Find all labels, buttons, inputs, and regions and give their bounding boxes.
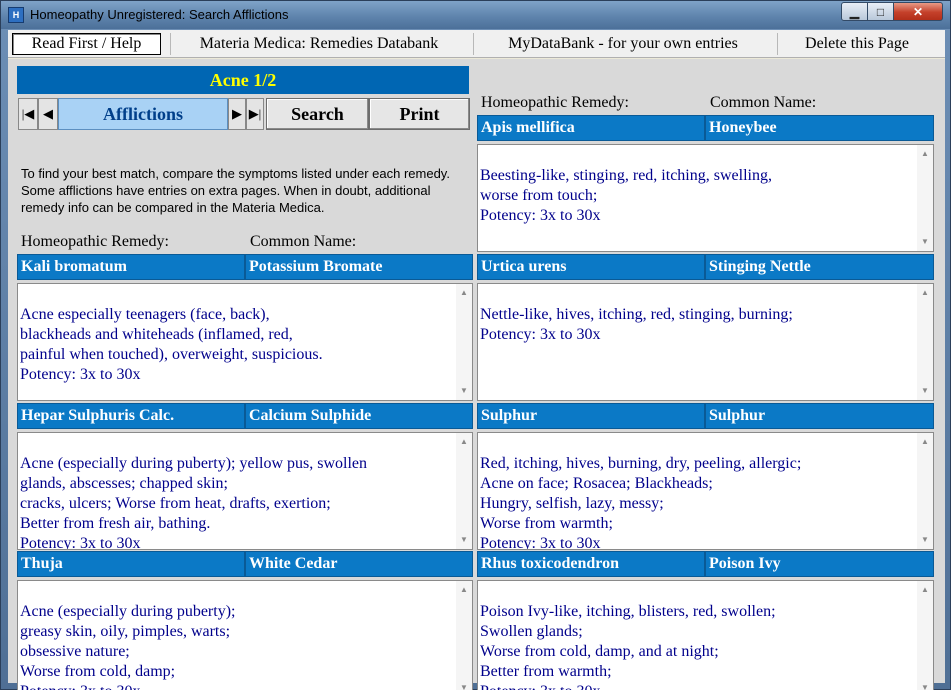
last-icon: ▶| <box>248 106 262 121</box>
remedy-description[interactable]: Acne (especially during puberty); yellow… <box>17 432 473 550</box>
search-button[interactable]: Search <box>266 98 369 130</box>
description-text: Nettle-like, hives, itching, red, stingi… <box>480 306 793 343</box>
scroll-down-icon[interactable]: ▼ <box>917 235 933 249</box>
first-icon: |◀ <box>21 106 35 121</box>
remedy-description[interactable]: Nettle-like, hives, itching, red, stingi… <box>477 283 934 401</box>
common-name: Poison Ivy <box>705 551 934 577</box>
scroll-up-icon[interactable]: ▲ <box>917 286 933 300</box>
client-area: Read First / Help Materia Medica: Remedi… <box>8 30 945 690</box>
menu-mydatabank[interactable]: MyDataBank - for your own entries <box>478 33 768 55</box>
scrollbar[interactable]: ▲ ▼ <box>917 284 933 400</box>
scroll-up-icon[interactable]: ▲ <box>917 583 933 597</box>
common-name: Stinging Nettle <box>705 254 934 280</box>
title-bar[interactable]: H Homeopathy Unregistered: Search Afflic… <box>1 1 950 29</box>
menu-separator <box>473 33 474 55</box>
description-text: Acne (especially during puberty); yellow… <box>20 455 368 550</box>
remedy-name: Urtica urens <box>477 254 705 280</box>
scroll-up-icon[interactable]: ▲ <box>917 147 933 161</box>
scrollbar[interactable]: ▲ ▼ <box>917 433 933 549</box>
app-icon[interactable]: H <box>8 7 24 23</box>
remedy-description[interactable]: Red, itching, hives, burning, dry, peeli… <box>477 432 934 550</box>
menu-read-first-help[interactable]: Read First / Help <box>12 33 161 55</box>
navigation-row: |◀ ◀ Afflictions ▶ ▶| Search Print <box>18 98 470 130</box>
remedy-name: Apis mellifica <box>477 115 705 141</box>
description-text: Acne (especially during puberty); greasy… <box>20 603 236 690</box>
next-icon: ▶ <box>232 106 242 121</box>
common-name: Potassium Bromate <box>245 254 473 280</box>
remedy-column-label-right: Homeopathic Remedy: <box>481 94 629 111</box>
maximize-icon: □ <box>876 4 885 19</box>
common-column-label-left: Common Name: <box>250 233 357 250</box>
common-name: Sulphur <box>705 403 934 429</box>
description-text: Poison Ivy-like, itching, blisters, red,… <box>480 603 776 690</box>
description-text: Beesting-like, stinging, red, itching, s… <box>480 167 772 224</box>
scroll-up-icon[interactable]: ▲ <box>456 286 472 300</box>
scroll-up-icon[interactable]: ▲ <box>456 583 472 597</box>
remedy-description[interactable]: Acne especially teenagers (face, back), … <box>17 283 473 401</box>
minimize-icon: ▁ <box>849 4 860 19</box>
minimize-button[interactable]: ▁ <box>841 2 868 21</box>
scroll-down-icon[interactable]: ▼ <box>917 384 933 398</box>
common-column-label-right: Common Name: <box>710 94 817 111</box>
scrollbar[interactable]: ▲ ▼ <box>917 145 933 251</box>
instructions-text: To find your best match, compare the sym… <box>21 166 450 215</box>
next-record-button[interactable]: ▶ <box>228 98 246 130</box>
common-name: White Cedar <box>245 551 473 577</box>
remedy-name: Hepar Sulphuris Calc. <box>17 403 245 429</box>
scroll-down-icon[interactable]: ▼ <box>456 681 472 690</box>
common-name: Calcium Sulphide <box>245 403 473 429</box>
scroll-up-icon[interactable]: ▲ <box>456 435 472 449</box>
remedy-description[interactable]: Beesting-like, stinging, red, itching, s… <box>477 144 934 252</box>
maximize-button[interactable]: □ <box>867 2 894 21</box>
previous-icon: ◀ <box>43 106 53 121</box>
window-title: Homeopathy Unregistered: Search Afflicti… <box>30 7 289 22</box>
scroll-down-icon[interactable]: ▼ <box>456 384 472 398</box>
description-text: Red, itching, hives, burning, dry, peeli… <box>480 455 802 550</box>
remedy-description[interactable]: Poison Ivy-like, itching, blisters, red,… <box>477 580 934 690</box>
print-button[interactable]: Print <box>369 98 470 130</box>
scrollbar[interactable]: ▲ ▼ <box>456 581 472 690</box>
menu-materia-medica[interactable]: Materia Medica: Remedies Databank <box>174 33 464 55</box>
remedy-name: Kali bromatum <box>17 254 245 280</box>
description-text: Acne especially teenagers (face, back), … <box>20 306 323 383</box>
scroll-down-icon[interactable]: ▼ <box>456 533 472 547</box>
scrollbar[interactable]: ▲ ▼ <box>456 433 472 549</box>
menu-delete-page[interactable]: Delete this Page <box>783 33 931 55</box>
menu-bar: Read First / Help Materia Medica: Remedi… <box>8 30 945 58</box>
previous-record-button[interactable]: ◀ <box>38 98 58 130</box>
common-name: Honeybee <box>705 115 934 141</box>
close-icon: ✕ <box>912 4 924 19</box>
remedy-name: Thuja <box>17 551 245 577</box>
scrollbar[interactable]: ▲ ▼ <box>917 581 933 690</box>
remedy-description[interactable]: Acne (especially during puberty); greasy… <box>17 580 473 690</box>
scrollbar[interactable]: ▲ ▼ <box>456 284 472 400</box>
first-record-button[interactable]: |◀ <box>18 98 38 130</box>
scroll-down-icon[interactable]: ▼ <box>917 533 933 547</box>
afflictions-selector[interactable]: Afflictions <box>58 98 228 130</box>
remedy-name: Sulphur <box>477 403 705 429</box>
app-window: H Homeopathy Unregistered: Search Afflic… <box>0 0 951 690</box>
main-content: Acne 1/2 |◀ ◀ Afflictions ▶ ▶| Search Pr… <box>8 59 945 690</box>
scroll-up-icon[interactable]: ▲ <box>917 435 933 449</box>
menu-separator <box>777 33 778 55</box>
scroll-down-icon[interactable]: ▼ <box>917 681 933 690</box>
affliction-title: Acne 1/2 <box>17 66 469 94</box>
close-button[interactable]: ✕ <box>893 2 943 21</box>
remedy-column-label-left: Homeopathic Remedy: <box>21 233 169 250</box>
last-record-button[interactable]: ▶| <box>246 98 264 130</box>
remedy-name: Rhus toxicodendron <box>477 551 705 577</box>
menu-separator <box>170 33 171 55</box>
